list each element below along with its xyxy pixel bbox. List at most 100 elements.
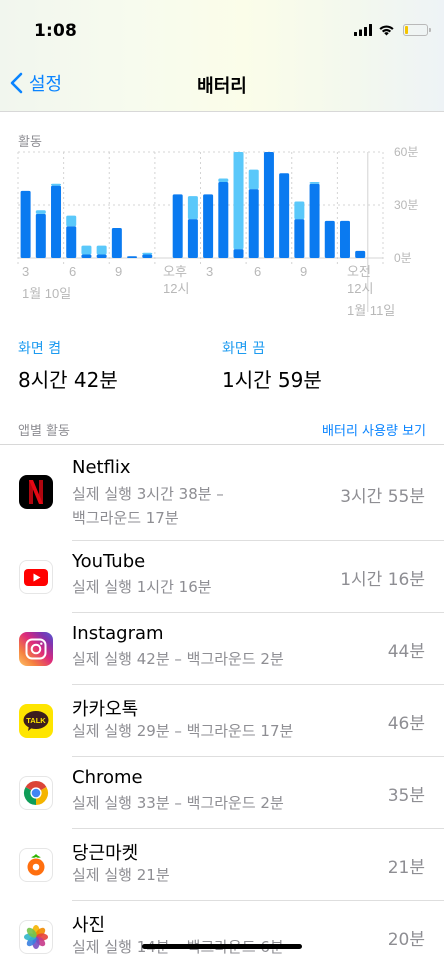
wifi-icon [379,25,394,36]
chart-y-tick-label: 0분 [394,251,412,265]
chart-y-tick-label: 30분 [394,198,418,212]
app-usage-time: 1시간 16분 [340,570,425,590]
netflix-icon [19,475,53,509]
chart-bar-screen-off [187,196,198,220]
screen-on-stat: 화면 켬 8시간 42분 [18,338,118,393]
youtube-icon [19,560,53,594]
chart-bar-screen-on [263,152,274,258]
chart-bar-screen-on [203,194,214,258]
chart-x-tick-label: 3 [206,264,213,279]
chart-x-tick-label: 12시 [347,281,373,296]
screen-off-label: 화면 끔 [222,341,266,357]
chart-bar-screen-on [218,182,229,258]
battery-icon [403,24,431,36]
chart-bar-screen-off [142,252,153,255]
screen-on-label: 화면 켬 [18,341,62,357]
app-name: 사진 [72,915,106,936]
navigation-area: 1:08 설정 배터리 [0,0,444,112]
app-usage-time: 3시간 55분 [340,487,425,507]
chart-bar-screen-on [294,219,305,258]
app-detail: 실제 실행 29분 – 백그라운드 17분 [72,722,294,740]
app-name: Netflix [72,457,131,478]
chart-bar-screen-on [339,220,350,258]
chart-bar-screen-off [35,210,46,214]
chart-x-tick-label: 6 [69,264,76,279]
chart-bar-screen-on [111,227,122,258]
activity-chart: 60분 30분 0분 3 6 9 오후 12시 3 6 9 오전 12시 1월 10일 1월 11일 활동 [0,112,444,322]
instagram-icon [19,632,53,666]
chart-bar-screen-on [324,220,335,258]
app-activity-title: 앱별 활동 [18,424,70,439]
app-name: 카카오톡 [72,699,139,720]
chart-bar-screen-on [279,173,290,258]
daangn-icon [19,848,53,882]
chart-bar-screen-on [309,183,320,258]
chart-bar-screen-on [81,254,92,258]
app-row-youtube[interactable]: YouTube 실제 실행 1시간 16분 1시간 16분 [0,541,444,613]
chart-x-tick-label: 오후 [163,264,187,279]
chart-bar-screen-on [96,254,107,258]
chart-bar-screen-off [51,183,62,186]
app-name: Chrome [72,767,143,788]
app-activity-header: 앱별 활동 배터리 사용량 보기 [0,420,444,444]
app-detail: 실제 실행 3시간 38분 – [72,485,224,503]
app-row-netflix[interactable]: Netflix 실제 실행 3시간 38분 – 백그라운드 17분 3시간 55… [0,445,444,541]
screen-off-stat: 화면 끔 1시간 59분 [222,338,322,393]
app-row-photos[interactable]: 사진 실제 실행 14분 – 백그라운드 6분 20분 [0,901,444,961]
chart-bar-screen-on [51,185,62,258]
app-row-kakaotalk[interactable]: TALK 카카오톡 실제 실행 29분 – 백그라운드 17분 46분 [0,685,444,757]
app-usage-time: 21분 [387,858,425,878]
home-indicator [142,944,302,949]
app-row-instagram[interactable]: Instagram 실제 실행 42분 – 백그라운드 2분 44분 [0,613,444,685]
screen-on-value: 8시간 42분 [18,368,118,392]
chart-bar-screen-on [248,189,259,258]
chart-bar-screen-off [248,169,259,190]
app-usage-time: 46분 [387,714,425,734]
photos-icon [19,920,53,954]
chart-x-tick-label: 9 [300,264,307,279]
app-list: Netflix 실제 실행 3시간 38분 – 백그라운드 17분 3시간 55… [0,445,444,961]
chart-bar-screen-on [233,249,244,258]
app-row-chrome[interactable]: Chrome 실제 실행 33분 – 백그라운드 2분 35분 [0,757,444,829]
show-battery-usage-link[interactable]: 배터리 사용량 보기 [322,420,426,439]
chart-date-label: 1월 10일 [22,286,71,301]
chart-bar-screen-on [355,250,366,258]
kakaotalk-icon-text: TALK [26,716,46,725]
chart-bar-screen-on [66,226,77,258]
chart-bar-screen-off [309,182,320,184]
chart-bar-screen-off [294,201,305,220]
app-detail: 실제 실행 21분 [72,866,170,884]
app-detail: 백그라운드 17분 [72,509,179,527]
app-name: YouTube [72,551,146,572]
page-title: 배터리 [197,76,247,97]
chart-bar-screen-on [187,219,198,258]
app-usage-time: 20분 [387,930,425,950]
chart-bar-screen-off [66,215,77,227]
chart-bar-screen-off [218,178,229,183]
chart-bar-screen-off [81,245,92,255]
chart-x-tick-label: 12시 [163,281,189,296]
activity-chart-svg: 60분 30분 0분 3 6 9 오후 12시 3 6 9 오전 12시 1월 10일 1월 11일 [17,145,418,318]
chart-x-tick-label: 6 [254,264,261,279]
screen-stats: 화면 켬 8시간 42분 화면 끔 1시간 59분 [0,338,444,398]
app-name: Instagram [72,623,164,644]
chart-bar-screen-on [172,194,183,258]
kakaotalk-icon: TALK [19,704,53,738]
chart-bar-screen-off [233,152,244,250]
chart-x-tick-label: 9 [115,264,122,279]
app-row-daangn[interactable]: 당근마켓 실제 실행 21분 21분 [0,829,444,901]
chrome-icon [19,776,53,810]
chart-x-tick-label: 3 [22,264,29,279]
chart-bar-screen-on [127,256,138,258]
cellular-signal-icon [354,24,372,36]
screen-off-value: 1시간 59분 [222,368,322,392]
chart-bar-screen-on [20,190,31,258]
chart-x-tick-label: 오전 [347,264,371,279]
chart-bar-screen-on [142,254,153,258]
chart-bar-screen-on [35,213,46,258]
chart-title: 활동 [18,135,42,150]
chart-y-tick-label: 60분 [394,145,418,159]
status-icons [354,24,431,36]
chart-date-label: 1월 11일 [347,303,395,318]
app-name: 당근마켓 [72,843,139,864]
